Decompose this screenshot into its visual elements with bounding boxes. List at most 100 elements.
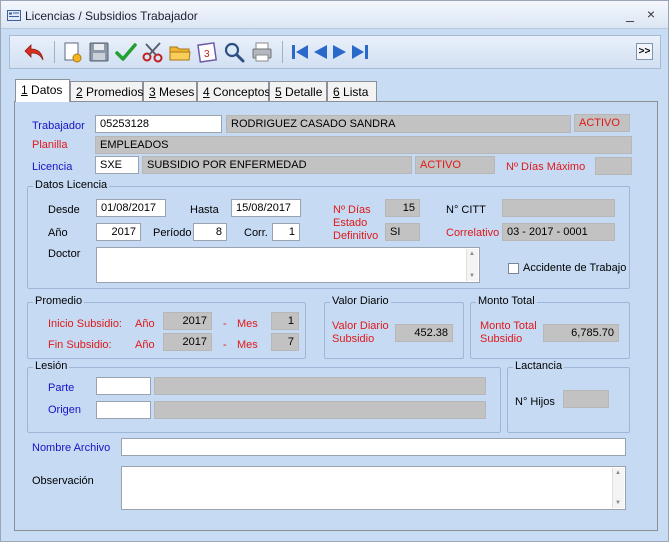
parte-label: Parte (48, 382, 75, 394)
open-folder-icon[interactable] (168, 40, 192, 64)
form-app-icon (7, 10, 21, 21)
toolbar-separator (282, 41, 283, 63)
observacion-scrollbar[interactable]: ▲ ▼ (612, 468, 624, 508)
anio-label: Año (48, 227, 68, 239)
origen-code-field[interactable] (96, 401, 151, 419)
definitivo-label: Definitivo (333, 230, 379, 242)
check-icon[interactable] (114, 40, 138, 64)
last-record-icon[interactable] (348, 40, 372, 64)
valor-diario-label: Valor Diario (332, 320, 389, 332)
svg-text:3: 3 (204, 49, 210, 60)
lesion-title: Lesión (33, 360, 70, 372)
estado-label: Estado (333, 217, 368, 229)
doctor-label: Doctor (48, 248, 81, 260)
planilla-label: Planilla (32, 139, 68, 151)
anio-field[interactable]: 2017 (96, 223, 141, 241)
valor-diario-subsidio-label: Subsidio (332, 333, 375, 345)
valor-diario-title: Valor Diario (330, 295, 391, 307)
trabajador-status-badge: ACTIVO (574, 114, 630, 132)
doctor-scrollbar[interactable]: ▲ ▼ (466, 249, 478, 281)
max-dias-display (595, 157, 632, 175)
parte-code-field[interactable] (96, 377, 151, 395)
inicio-subsidio-label: Inicio Subsidio: (48, 318, 122, 330)
estado-display: SI (385, 223, 420, 241)
monto-total-title: Monto Total (476, 295, 537, 307)
corr-field[interactable]: 1 (272, 223, 300, 241)
nombre-archivo-label: Nombre Archivo (32, 442, 111, 454)
minimize-button[interactable]: _ (623, 7, 637, 21)
desde-label: Desde (48, 204, 80, 216)
datos-licencia-group: Datos Licencia Desde 01/08/2017 Hasta 15… (27, 179, 630, 289)
fin-subsidio-label: Fin Subsidio: (48, 339, 112, 351)
monto-total-display: 6,785.70 (543, 324, 619, 342)
licencia-label: Licencia (32, 161, 73, 173)
close-button[interactable]: × (644, 7, 658, 21)
tab-conceptos[interactable]: 4 Conceptos (197, 81, 270, 101)
citt-display (502, 199, 615, 217)
trabajador-code-field[interactable]: 05253128 (95, 115, 222, 133)
corr-label: Corr. (244, 227, 268, 239)
more-options-button[interactable]: >> (636, 43, 653, 60)
new-document-icon[interactable] (60, 40, 84, 64)
observacion-textarea[interactable]: ▲ ▼ (121, 466, 626, 510)
monto-total-label: Monto Total (480, 320, 537, 332)
periodo-label: Período (153, 227, 192, 239)
correlativo-label: Correlativo (446, 227, 500, 239)
licencia-status-badge: ACTIVO (415, 156, 495, 174)
promedio-group: Promedio Inicio Subsidio: Año 2017 - Mes… (27, 295, 306, 359)
inicio-anio-label: Año (135, 318, 155, 330)
accidente-label: Accidente de Trabajo (523, 262, 627, 274)
accidente-checkbox[interactable] (508, 263, 519, 274)
correlativo-display: 03 - 2017 - 0001 (502, 223, 615, 241)
monto-total-group: Monto Total Monto Total Subsidio 6,785.7… (470, 295, 630, 359)
periodo-field[interactable]: 8 (193, 223, 227, 241)
tab-detalle[interactable]: 5 Detalle (269, 81, 327, 101)
search-icon[interactable] (222, 40, 246, 64)
promedio-title: Promedio (33, 295, 85, 307)
licencia-code-field[interactable]: SXE (95, 156, 139, 174)
tab-meses[interactable]: 3 Meses (143, 81, 197, 101)
title-bar: Licencias / Subsidios Trabajador _ × (1, 1, 668, 29)
tab-datos[interactable]: 1 Datos (15, 79, 70, 102)
datos-licencia-title: Datos Licencia (33, 179, 110, 191)
inicio-anio-display: 2017 (163, 312, 212, 330)
hasta-label: Hasta (190, 204, 219, 216)
n-dias-display: 15 (385, 199, 420, 217)
hijos-label: N° Hijos (515, 396, 555, 408)
lesion-group: Lesión Parte Origen (27, 360, 501, 433)
n-dias-label: Nº Días (333, 204, 371, 216)
nombre-archivo-field[interactable] (121, 438, 626, 456)
trabajador-name-display: RODRIGUEZ CASADO SANDRA (226, 115, 571, 133)
planilla-display: EMPLEADOS (95, 136, 632, 154)
save-icon[interactable] (87, 40, 111, 64)
inicio-mes-label: Mes (237, 318, 258, 330)
fin-dash: - (223, 339, 227, 351)
tab-lista[interactable]: 6 Lista (327, 81, 377, 101)
valor-diario-group: Valor Diario Valor Diario Subsidio 452.3… (324, 295, 464, 359)
toolbar: 3 >> (9, 35, 661, 69)
origen-desc-display (154, 401, 486, 419)
toolbar-separator (54, 41, 55, 63)
trabajador-label: Trabajador (32, 120, 85, 132)
lactancia-group: Lactancia N° Hijos (507, 360, 630, 433)
monto-total-subsidio-label: Subsidio (480, 333, 523, 345)
licencia-desc-display: SUBSIDIO POR ENFERMEDAD (142, 156, 412, 174)
doctor-textarea[interactable]: ▲ ▼ (96, 247, 480, 283)
valor-diario-display: 452.38 (395, 324, 453, 342)
hasta-field[interactable]: 15/08/2017 (231, 199, 301, 217)
undo-icon[interactable] (22, 40, 46, 64)
fin-mes-label: Mes (237, 339, 258, 351)
desde-field[interactable]: 01/08/2017 (96, 199, 166, 217)
origen-label: Origen (48, 404, 82, 416)
fin-anio-label: Año (135, 339, 155, 351)
max-dias-label: Nº Días Máximo (506, 161, 586, 173)
tab-promedios[interactable]: 2 Promedios (70, 81, 143, 101)
cut-icon[interactable] (141, 40, 165, 64)
inicio-dash: - (223, 318, 227, 330)
window-title: Licencias / Subsidios Trabajador (25, 9, 198, 23)
parte-desc-display (154, 377, 486, 395)
calendar-icon[interactable]: 3 (195, 40, 219, 64)
print-icon[interactable] (250, 40, 274, 64)
observacion-label: Observación (32, 475, 94, 487)
citt-label: N° CITT (446, 204, 486, 216)
